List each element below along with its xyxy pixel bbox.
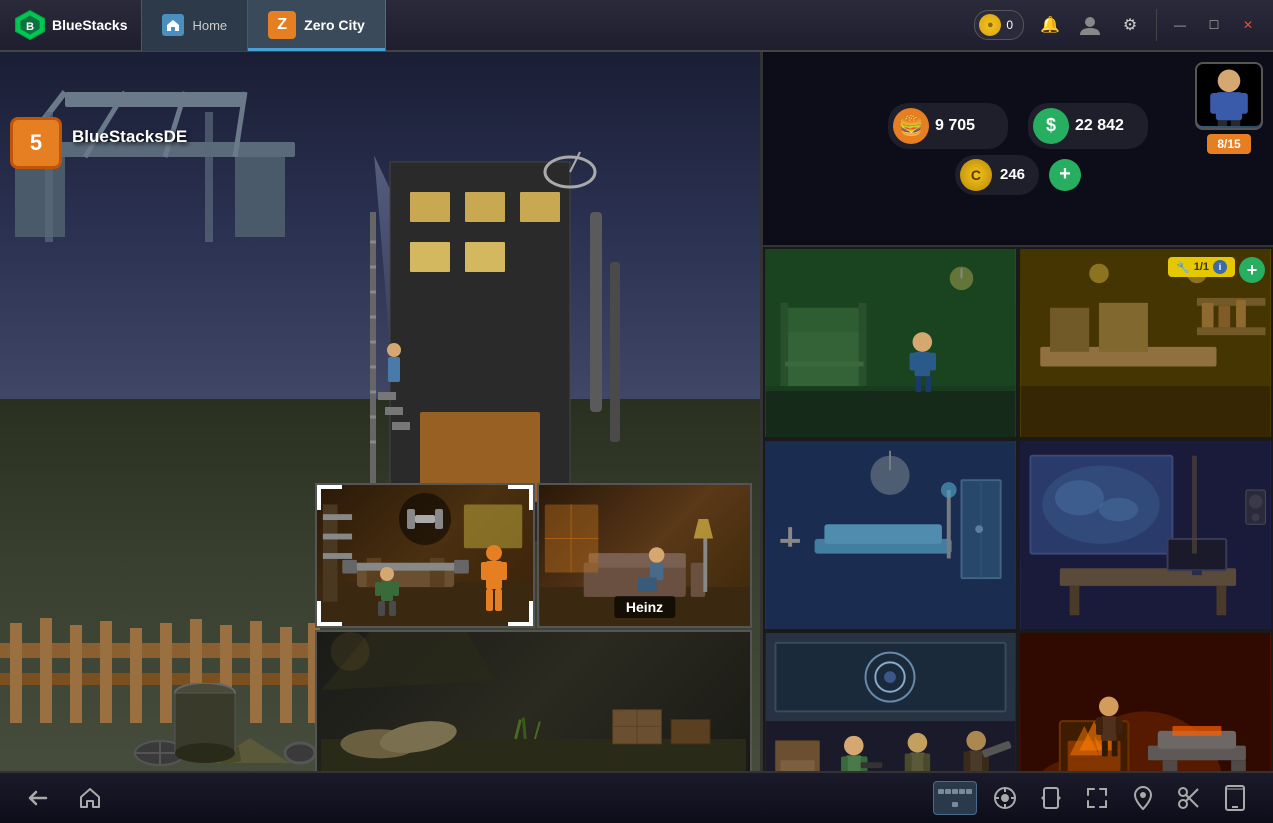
home-icon	[162, 14, 184, 36]
keyboard-toggle[interactable]	[933, 781, 977, 815]
capacity-badge: 8/15	[1207, 134, 1250, 154]
sel-corner-tr	[508, 485, 533, 510]
communications-room[interactable]	[1018, 439, 1273, 631]
food-value: 9 705	[935, 117, 975, 135]
rooms-grid: 🔧 1/1 i +	[763, 247, 1273, 823]
food-resource: 🍔 9 705	[888, 103, 1008, 149]
gym-room[interactable]	[315, 483, 535, 628]
screenshot-button[interactable]	[1171, 780, 1207, 816]
coin-icon: C	[960, 159, 992, 191]
game-left[interactable]: 5 BlueStacksDE	[0, 52, 760, 823]
home-button[interactable]	[72, 780, 108, 816]
upgrade-ratio: 1/1	[1194, 261, 1209, 273]
game-right: 🍔 9 705 $ 22 842 C 246 +	[760, 52, 1273, 823]
gym-weight-icon-overlay	[399, 493, 451, 545]
back-button[interactable]	[20, 780, 56, 816]
drain-pipe	[170, 683, 240, 763]
device-button[interactable]	[1217, 780, 1253, 816]
topbar-right: ● 0 🔔 ⚙ — ☐ ✕	[974, 9, 1273, 41]
bluestacks-icon: B	[14, 9, 46, 41]
divider	[1156, 9, 1157, 41]
main-area: 5 BlueStacksDE	[0, 52, 1273, 823]
profile-button[interactable]	[1076, 11, 1104, 39]
settings-button[interactable]: ⚙	[1116, 11, 1144, 39]
tab-home[interactable]: Home	[141, 0, 248, 51]
coin-row: C 246 +	[955, 155, 1081, 195]
info-badge: i	[1213, 260, 1227, 274]
minimize-button[interactable]: —	[1169, 14, 1191, 36]
plus-button-workshop[interactable]: +	[1239, 257, 1265, 283]
coin-resource: C 246	[955, 155, 1039, 195]
workshop-room[interactable]: 🔧 1/1 i +	[1018, 247, 1273, 439]
player-level-badge: 5	[10, 117, 62, 169]
tab-zerocity[interactable]: Z Zero City	[248, 0, 386, 51]
money-resource: $ 22 842	[1028, 103, 1148, 149]
maximize-button[interactable]: ☐	[1203, 14, 1225, 36]
topbar-coin-icon: ●	[979, 14, 1001, 36]
bottom-bar	[0, 771, 1273, 823]
wrench-icon: 🔧	[1176, 261, 1190, 274]
storage-room[interactable]	[315, 630, 752, 775]
topbar: B BlueStacks Home Z Zero City ● 0 🔔 ⚙	[0, 0, 1273, 52]
key	[945, 789, 951, 794]
upgrade-badge[interactable]: 🔧 1/1 i	[1168, 257, 1235, 277]
player-avatar[interactable]	[1195, 62, 1263, 130]
key	[952, 789, 958, 794]
money-value: 22 842	[1075, 117, 1124, 135]
avatar-area[interactable]: 8/15	[1195, 62, 1263, 154]
svg-text:B: B	[26, 21, 34, 33]
gym-person	[372, 566, 402, 616]
key	[938, 789, 944, 794]
tab-home-label: Home	[192, 18, 227, 33]
close-button[interactable]: ✕	[1237, 14, 1259, 36]
location-button[interactable]	[1125, 780, 1161, 816]
storage-background	[317, 632, 750, 773]
key	[966, 789, 972, 794]
food-icon: 🍔	[893, 108, 929, 144]
money-icon: $	[1033, 108, 1069, 144]
bluestacks-logo[interactable]: B BlueStacks	[0, 9, 141, 41]
tab-zerocity-label: Zero City	[304, 17, 365, 33]
bottom-left-controls	[20, 780, 108, 816]
level-number: 5	[10, 117, 62, 169]
sel-corner-br	[508, 601, 533, 626]
zerocity-tab-icon: Z	[268, 11, 296, 39]
notification-button[interactable]: 🔔	[1036, 11, 1064, 39]
hud-area: 🍔 9 705 $ 22 842 C 246 +	[763, 52, 1273, 247]
camera-button[interactable]	[987, 780, 1023, 816]
topbar-coin-value: 0	[1006, 18, 1013, 32]
bluestacks-name: BlueStacks	[52, 17, 127, 33]
username-display: BlueStacksDE	[72, 127, 187, 147]
room-label-heinz: Heinz	[614, 596, 675, 618]
topbar-coin-badge: ● 0	[974, 10, 1024, 40]
screen-rotate-button[interactable]	[1033, 780, 1069, 816]
sel-corner-bl	[317, 601, 342, 626]
add-coin-button[interactable]: +	[1049, 159, 1081, 191]
sel-corner-tl	[317, 485, 342, 510]
coin-value: 246	[1000, 166, 1025, 183]
bottom-right-controls	[933, 780, 1253, 816]
key	[952, 802, 958, 807]
medical-room[interactable]	[763, 439, 1018, 631]
barracks-room[interactable]	[763, 247, 1018, 439]
resource-row: 🍔 9 705 $ 22 842	[888, 103, 1148, 149]
key	[959, 789, 965, 794]
fullscreen-button[interactable]	[1079, 780, 1115, 816]
bedroom-room[interactable]: Heinz	[537, 483, 752, 628]
